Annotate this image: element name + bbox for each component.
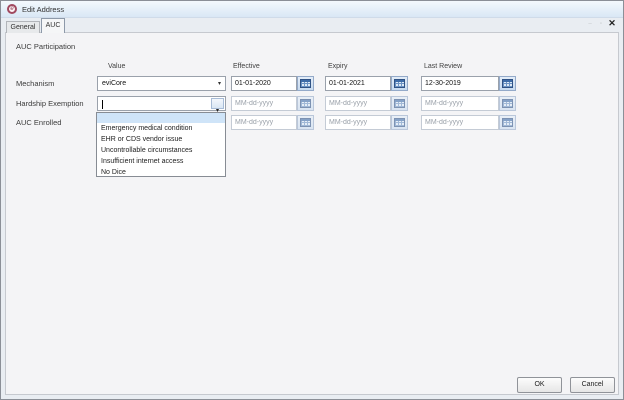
- calendar-icon: [394, 99, 405, 108]
- hardship-expiry-input[interactable]: [325, 96, 391, 111]
- auc-enrolled-expiry-input[interactable]: [325, 115, 391, 130]
- calendar-icon: [502, 118, 513, 127]
- hardship-last-review-calendar-button[interactable]: [499, 96, 516, 111]
- maximize-icon[interactable]: ▫: [597, 21, 605, 27]
- tab-general[interactable]: General: [6, 21, 40, 33]
- mechanism-last-review-input[interactable]: [421, 76, 499, 91]
- list-item[interactable]: Insufficient internet access: [97, 156, 225, 167]
- list-item[interactable]: EHR or CDS vendor issue: [97, 134, 225, 145]
- close-icon[interactable]: ✕: [606, 18, 618, 29]
- mechanism-value-combobox[interactable]: eviCore ▾: [97, 76, 226, 91]
- mechanism-value-text: eviCore: [102, 78, 126, 90]
- chevron-down-icon: ▾: [218, 81, 221, 87]
- mechanism-last-review-calendar-button[interactable]: [499, 76, 516, 91]
- app-logo-icon: e: [7, 4, 17, 14]
- hardship-expiry-calendar-button[interactable]: [391, 96, 408, 111]
- row-label-auc-enrolled: AUC Enrolled: [16, 118, 61, 127]
- mechanism-effective-calendar-button[interactable]: [297, 76, 314, 91]
- calendar-icon: [394, 79, 405, 88]
- calendar-icon: [300, 79, 311, 88]
- calendar-icon: [300, 118, 311, 127]
- calendar-icon: [502, 79, 513, 88]
- hardship-dropdown-button[interactable]: ▾: [211, 98, 224, 109]
- list-item[interactable]: Uncontrollable circumstances: [97, 145, 225, 156]
- text-caret: [102, 100, 103, 109]
- cancel-button[interactable]: Cancel: [570, 377, 615, 393]
- auc-enrolled-last-review-input[interactable]: [421, 115, 499, 130]
- column-header-expiry: Expiry: [328, 63, 347, 70]
- tab-auc[interactable]: AUC: [41, 18, 65, 33]
- column-header-effective: Effective: [233, 63, 260, 70]
- auc-enrolled-effective-input[interactable]: [231, 115, 297, 130]
- mechanism-expiry-calendar-button[interactable]: [391, 76, 408, 91]
- calendar-icon: [502, 99, 513, 108]
- window-title: Edit Address: [22, 5, 64, 14]
- row-label-hardship-exemption: Hardship Exemption: [16, 99, 84, 108]
- column-header-last-review: Last Review: [424, 63, 462, 70]
- list-item[interactable]: No Dice: [97, 167, 225, 178]
- list-item-empty-selected[interactable]: [97, 113, 225, 123]
- titlebar[interactable]: e Edit Address: [1, 1, 623, 18]
- mechanism-expiry-input[interactable]: [325, 76, 391, 91]
- section-title: AUC Participation: [16, 42, 75, 51]
- column-header-value: Value: [108, 63, 125, 70]
- list-item[interactable]: Emergency medical condition: [97, 123, 225, 134]
- hardship-effective-input[interactable]: [231, 96, 297, 111]
- row-label-mechanism: Mechanism: [16, 79, 54, 88]
- hardship-effective-calendar-button[interactable]: [297, 96, 314, 111]
- edit-address-dialog: e Edit Address – ▫ ✕ General AUC AUC Par…: [0, 0, 624, 400]
- hardship-exemption-dropdown-list: Emergency medical condition EHR or CDS v…: [96, 112, 226, 177]
- ok-button[interactable]: OK: [517, 377, 562, 393]
- hardship-exemption-value-combobox[interactable]: ▾: [97, 96, 226, 111]
- minimize-icon[interactable]: –: [586, 21, 594, 27]
- mechanism-effective-input[interactable]: [231, 76, 297, 91]
- hardship-last-review-input[interactable]: [421, 96, 499, 111]
- auc-enrolled-effective-calendar-button[interactable]: [297, 115, 314, 130]
- calendar-icon: [300, 99, 311, 108]
- auc-enrolled-expiry-calendar-button[interactable]: [391, 115, 408, 130]
- auc-enrolled-last-review-calendar-button[interactable]: [499, 115, 516, 130]
- calendar-icon: [394, 118, 405, 127]
